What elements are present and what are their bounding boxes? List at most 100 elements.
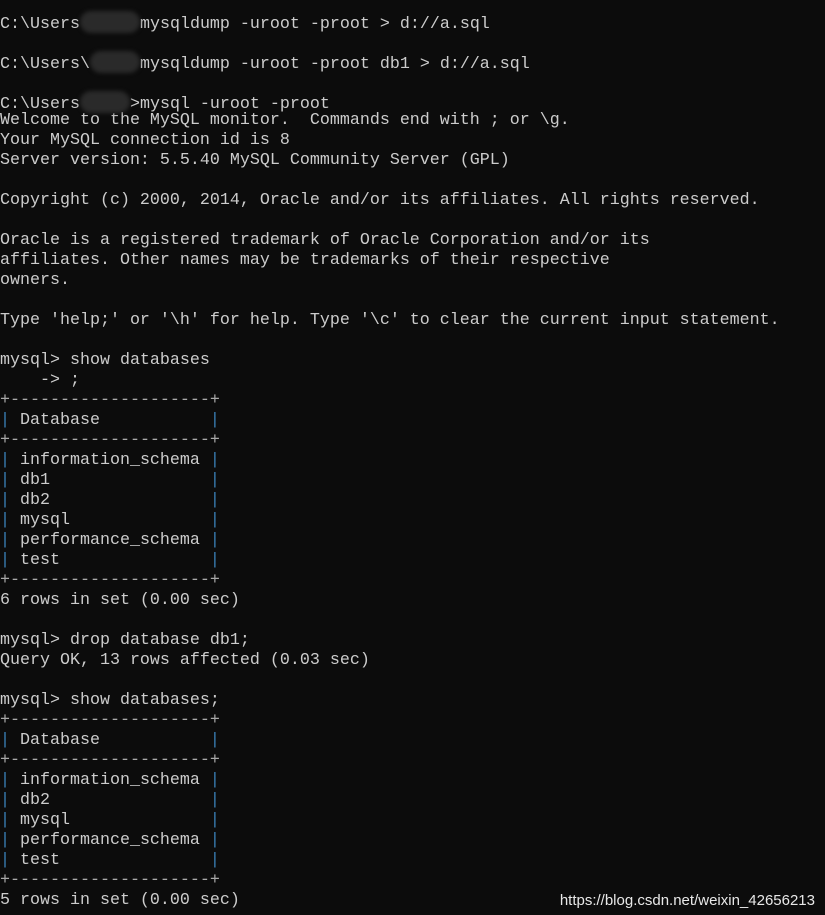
table-row: | mysql | <box>0 511 780 531</box>
command-text: mysqldump -uroot -proot db1 > d://a.sql <box>139 55 530 74</box>
table-rule: -------------------- <box>10 391 210 410</box>
command-line: C:\Users\ mysqldump -uroot -proot db1 > d… <box>0 51 780 74</box>
table-row: | performance_schema | <box>0 531 780 551</box>
table-corner: + <box>0 711 10 730</box>
table-pipe: | <box>209 551 220 570</box>
table-pipe: | <box>209 811 220 830</box>
table-cell: db1 <box>10 471 210 490</box>
terminal-line: mysql> show databases <box>0 351 210 370</box>
table-pipe: | <box>209 791 220 810</box>
terminal-line: Copyright (c) 2000, 2014, Oracle and/or … <box>0 191 760 210</box>
table-pipe: | <box>0 731 10 750</box>
table-cell: db2 <box>10 791 210 810</box>
command-line: C:\Users mysqldump -uroot -proot > d://a.… <box>0 11 780 34</box>
table-pipe: | <box>209 771 220 790</box>
table-pipe: | <box>209 471 220 490</box>
table-border: +--------------------+ <box>0 391 780 411</box>
command-line: C:\Users >mysql -uroot -proot <box>0 91 780 114</box>
terminal-line: mysql> drop database db1; <box>0 631 250 650</box>
terminal-line: Your MySQL connection id is 8 <box>0 131 290 150</box>
table-row: | mysql | <box>0 811 780 831</box>
terminal-output[interactable]: C:\Users mysqldump -uroot -proot > d://a.… <box>0 11 780 911</box>
table-rule: -------------------- <box>10 431 210 450</box>
table-cell: Database <box>10 731 210 750</box>
table-corner: + <box>209 431 220 450</box>
table-border: +--------------------+ <box>0 571 780 591</box>
table-pipe: | <box>209 451 220 470</box>
table-row: | test | <box>0 851 780 871</box>
table-cell: test <box>10 551 210 570</box>
terminal-line: 6 rows in set (0.00 sec) <box>0 591 240 610</box>
table-corner: + <box>209 751 220 770</box>
table-corner: + <box>209 871 220 890</box>
table-pipe: | <box>0 791 10 810</box>
table-cell: performance_schema <box>10 831 210 850</box>
table-pipe: | <box>0 531 10 550</box>
table-pipe: | <box>0 771 10 790</box>
table-cell: Database <box>10 411 210 430</box>
table-corner: + <box>0 871 10 890</box>
table-pipe: | <box>209 491 220 510</box>
table-cell: performance_schema <box>10 531 210 550</box>
table-rule: -------------------- <box>10 751 210 770</box>
table-pipe: | <box>0 851 10 870</box>
table-pipe: | <box>0 411 10 430</box>
table-corner: + <box>0 431 10 450</box>
table-pipe: | <box>209 831 220 850</box>
table-cell: information_schema <box>10 771 210 790</box>
table-pipe: | <box>0 491 10 510</box>
table-row: | Database | <box>0 411 780 431</box>
table-row: | performance_schema | <box>0 831 780 851</box>
prompt-path: C:\Users\ <box>0 55 90 74</box>
table-cell: db2 <box>10 491 210 510</box>
table-pipe: | <box>0 551 10 570</box>
terminal-line: Query OK, 13 rows affected (0.03 sec) <box>0 651 370 670</box>
table-rule: -------------------- <box>10 871 210 890</box>
table-pipe: | <box>0 471 10 490</box>
table-corner: + <box>0 751 10 770</box>
terminal-line: Server version: 5.5.40 MySQL Community S… <box>0 151 510 170</box>
table-pipe: | <box>209 731 220 750</box>
terminal-line: Welcome to the MySQL monitor. Commands e… <box>0 111 570 130</box>
table-border: +--------------------+ <box>0 431 780 451</box>
terminal-line: Type 'help;' or '\h' for help. Type '\c'… <box>0 311 780 330</box>
table-pipe: | <box>209 511 220 530</box>
table-row: | information_schema | <box>0 451 780 471</box>
terminal-line: Oracle is a registered trademark of Orac… <box>0 231 650 250</box>
table-pipe: | <box>209 851 220 870</box>
table-border: +--------------------+ <box>0 871 780 891</box>
table-cell: mysql <box>10 511 210 530</box>
table-corner: + <box>209 711 220 730</box>
table-pipe: | <box>0 831 10 850</box>
table-row: | information_schema | <box>0 771 780 791</box>
table-corner: + <box>0 571 10 590</box>
redacted-username <box>79 91 130 113</box>
table-rule: -------------------- <box>10 711 210 730</box>
terminal-line: owners. <box>0 271 70 290</box>
table-corner: + <box>209 391 220 410</box>
prompt-path: C:\Users <box>0 15 80 34</box>
table-cell: information_schema <box>10 451 210 470</box>
table-rule: -------------------- <box>10 571 210 590</box>
table-pipe: | <box>0 511 10 530</box>
table-row: | db2 | <box>0 491 780 511</box>
table-pipe: | <box>0 811 10 830</box>
table-row: | Database | <box>0 731 780 751</box>
terminal-line: mysql> show databases; <box>0 691 220 710</box>
terminal-line: -> ; <box>0 371 80 390</box>
table-row: | db1 | <box>0 471 780 491</box>
table-corner: + <box>0 391 10 410</box>
table-border: +--------------------+ <box>0 711 780 731</box>
table-border: +--------------------+ <box>0 751 780 771</box>
watermark: https://blog.csdn.net/weixin_42656213 <box>559 892 815 909</box>
table-pipe: | <box>209 411 220 430</box>
table-cell: mysql <box>10 811 210 830</box>
command-text: mysqldump -uroot -proot > d://a.sql <box>139 15 490 34</box>
